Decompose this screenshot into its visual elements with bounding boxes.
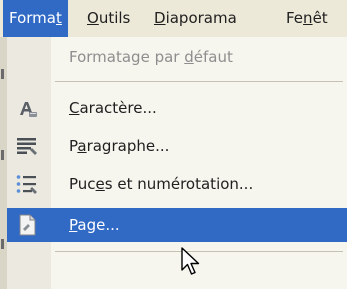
menu-item-paragraph[interactable]: Paragraphe... xyxy=(7,129,347,163)
window-edge-mark xyxy=(1,239,4,249)
window-edge xyxy=(0,37,7,289)
bullets-icon xyxy=(16,175,37,194)
menu-item-page[interactable]: Page... xyxy=(7,208,347,242)
character-icon xyxy=(20,102,37,117)
menu-item-character[interactable]: Caractère... xyxy=(7,91,347,125)
page-icon xyxy=(19,214,36,236)
menu-item-default-formatting[interactable]: Formatage par défaut xyxy=(7,40,347,74)
menu-item-default-formatting-label: Formatage par défaut xyxy=(69,48,233,66)
menu-format[interactable]: Format xyxy=(3,0,68,37)
menu-icon-gutter xyxy=(7,37,51,289)
menu-item-bullets-numbering-label: Puces et numérotation... xyxy=(69,175,254,193)
window-edge-mark xyxy=(1,150,4,160)
menu-format-label-a: Forma xyxy=(9,9,56,27)
menu-item-paragraph-label: Paragraphe... xyxy=(69,137,170,155)
menu-separator xyxy=(55,81,343,82)
menu-format-accel: t xyxy=(55,9,62,27)
menu-outils-label-b: utils xyxy=(98,9,131,27)
menu-outils[interactable]: Outils xyxy=(81,0,136,37)
menu-fenetre-label-b: êt xyxy=(312,9,328,27)
menu-bar: Format Outils Diaporama Fenêt xyxy=(0,0,347,38)
menu-outils-accel: O xyxy=(87,9,99,27)
menu-item-bullets-numbering[interactable]: Puces et numérotation... xyxy=(7,167,347,201)
menu-fenetre-label-a: Fe xyxy=(286,9,304,27)
menu-item-page-label: Page... xyxy=(69,216,120,234)
menu-diaporama-label-b: iaporama xyxy=(165,9,237,27)
menu-fenetre[interactable]: Fenêt xyxy=(280,0,334,37)
paragraph-icon xyxy=(17,138,37,155)
menu-diaporama[interactable]: Diaporama xyxy=(148,0,243,37)
menu-diaporama-accel: D xyxy=(154,9,166,27)
menu-fenetre-accel: n xyxy=(303,9,313,27)
menu-item-character-label: Caractère... xyxy=(69,99,157,117)
window-edge-mark xyxy=(1,69,4,79)
mouse-cursor-icon xyxy=(181,247,200,275)
format-dropdown-menu: Formatage par défaut Caractère... Paragr… xyxy=(7,37,347,289)
